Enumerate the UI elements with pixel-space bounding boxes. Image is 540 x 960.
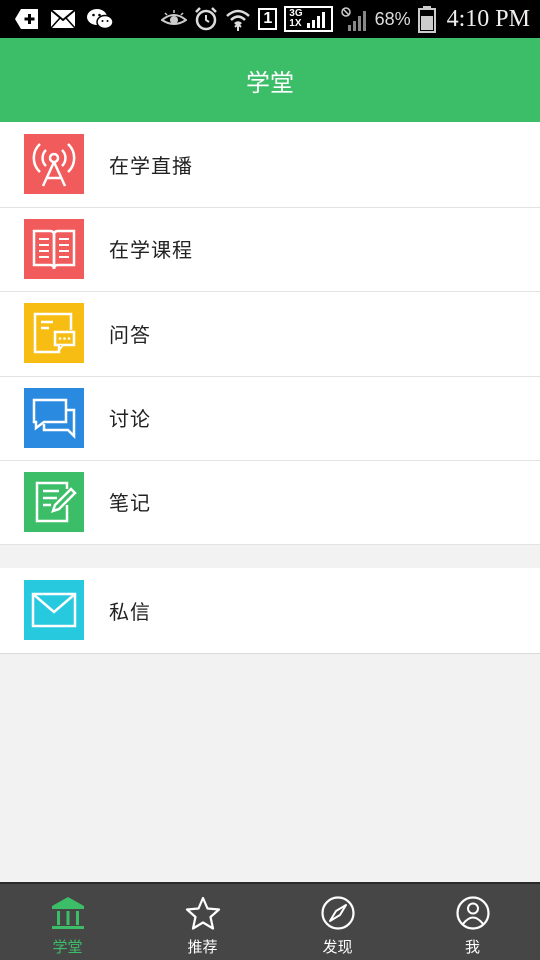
clock: 4:10 PM xyxy=(446,5,530,32)
battery-icon xyxy=(417,5,436,33)
note-pencil-icon xyxy=(24,471,84,532)
page-title: 学堂 xyxy=(246,68,294,97)
battery-percent: 68% xyxy=(374,8,411,29)
network-type-bottom: 1X xyxy=(289,18,302,29)
qa-document-icon xyxy=(24,303,84,364)
menu-label: 私信 xyxy=(109,599,151,624)
star-icon xyxy=(185,896,221,934)
menu-list-secondary: 私信 xyxy=(0,568,540,654)
classroom-icon xyxy=(50,896,86,934)
menu-list: 在学直播 在学课程 问答 讨论 笔记 xyxy=(0,122,540,545)
menu-label: 在学课程 xyxy=(109,238,193,263)
tab-recommend[interactable]: 推荐 xyxy=(135,884,270,960)
broadcast-tower-icon xyxy=(24,134,84,195)
tab-label: 我 xyxy=(464,938,480,956)
menu-item-courses[interactable]: 在学课程 xyxy=(0,206,540,292)
tab-label: 发现 xyxy=(322,938,353,956)
alarm-icon xyxy=(194,7,218,31)
network-icon: 3G 1X xyxy=(284,6,333,32)
open-book-icon xyxy=(24,218,84,279)
status-bar: 1 3G 1X 68% 4:10 PM xyxy=(0,0,540,38)
compass-icon xyxy=(320,896,356,934)
menu-label: 讨论 xyxy=(109,407,151,432)
menu-label: 问答 xyxy=(109,322,151,347)
menu-item-discussion[interactable]: 讨论 xyxy=(0,375,540,461)
tab-classroom[interactable]: 学堂 xyxy=(0,884,135,960)
menu-item-live[interactable]: 在学直播 xyxy=(0,122,540,207)
tab-me[interactable]: 我 xyxy=(405,884,540,960)
sim-icon: 1 xyxy=(258,8,278,30)
bottom-tab-bar: 学堂 推荐 发现 我 xyxy=(0,882,540,960)
tab-label: 推荐 xyxy=(187,938,218,956)
tab-label: 学堂 xyxy=(52,938,83,956)
wechat-icon xyxy=(86,8,114,30)
chat-bubbles-icon xyxy=(24,387,84,448)
envelope-icon xyxy=(24,580,84,641)
user-icon xyxy=(455,896,491,934)
menu-item-notes[interactable]: 笔记 xyxy=(0,460,540,545)
eye-icon xyxy=(161,10,188,28)
wifi-icon xyxy=(225,7,251,31)
app-header: 学堂 xyxy=(0,38,540,122)
menu-item-qa[interactable]: 问答 xyxy=(0,291,540,376)
add-box-icon xyxy=(14,8,40,30)
signal-icon xyxy=(340,7,368,31)
menu-item-messages[interactable]: 私信 xyxy=(0,568,540,653)
menu-label: 在学直播 xyxy=(109,153,193,178)
mail-icon xyxy=(50,9,76,29)
menu-label: 笔记 xyxy=(109,491,151,516)
tab-discover[interactable]: 发现 xyxy=(270,884,405,960)
